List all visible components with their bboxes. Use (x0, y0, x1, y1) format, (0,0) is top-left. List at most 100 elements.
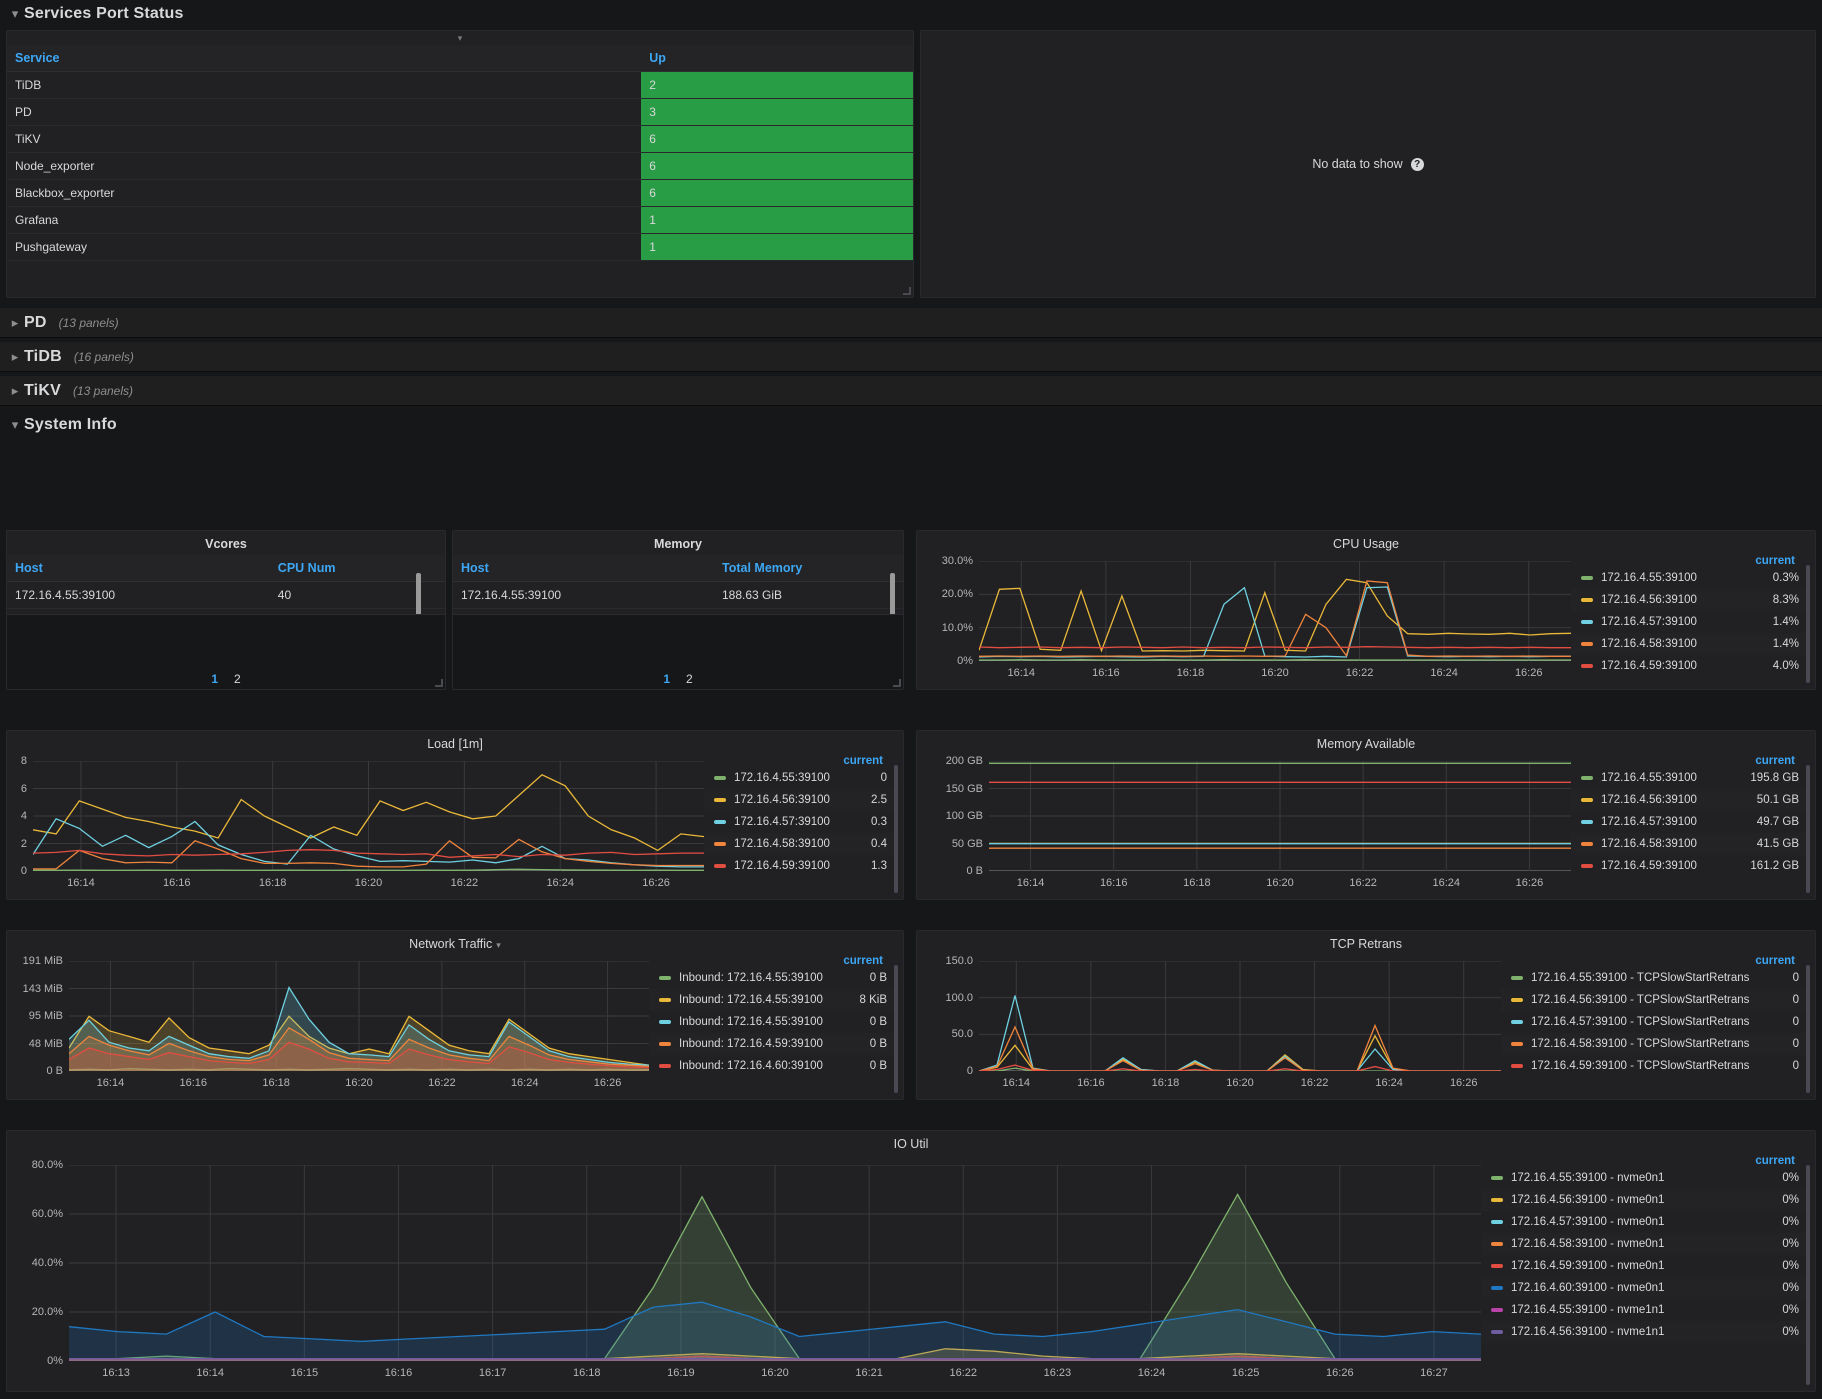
legend-item[interactable]: 172.16.4.57:391000.3 (704, 811, 899, 833)
legend-header-current[interactable]: current (1571, 755, 1811, 767)
legend-item[interactable]: 172.16.4.59:39100 - TCPSlowStartRetrans0 (1501, 1055, 1811, 1077)
cell-service: TiDB (7, 72, 641, 99)
legend-header-current[interactable]: current (1481, 1155, 1811, 1167)
x-axis-tick: 16:18 (262, 1077, 290, 1089)
legend-item[interactable]: 172.16.4.55:391000 (704, 767, 899, 789)
plot-area-cpu-usage[interactable]: 0%10.0%20.0%30.0%16:1416:1616:1816:2016:… (917, 551, 1571, 687)
row-title: TiDB (24, 348, 62, 366)
legend-series-name: 172.16.4.59:39100 (734, 860, 861, 872)
vcores-page-1[interactable]: 1 (211, 672, 218, 686)
legend-color-swatch-icon (1581, 642, 1593, 646)
legend-item[interactable]: Inbound: 172.16.4.55:391008 KiB (649, 989, 899, 1011)
legend-scrollbar[interactable] (894, 765, 898, 893)
legend-header-current[interactable]: current (649, 955, 899, 967)
legend-item[interactable]: 172.16.4.55:39100195.8 GB (1571, 767, 1811, 789)
legend-item[interactable]: 172.16.4.59:39100161.2 GB (1571, 855, 1811, 877)
chevron-down-icon: ▾ (6, 417, 24, 433)
row-header-services-port-status[interactable]: ▾ Services Port Status (0, 0, 1822, 28)
y-axis-tick: 143 MiB (7, 983, 63, 995)
legend-header-current[interactable]: current (704, 755, 899, 767)
legend-item[interactable]: Inbound: 172.16.4.55:391000 B (649, 967, 899, 989)
legend-series-name: 172.16.4.59:39100 (1601, 660, 1763, 672)
x-axis-tick: 16:14 (67, 877, 95, 889)
x-axis-tick: 16:14 (1017, 877, 1045, 889)
plot-area-tcp-retrans[interactable]: 050.0100.0150.016:1416:1616:1816:2016:22… (917, 951, 1501, 1097)
row-header-system-info[interactable]: ▾ System Info (0, 410, 1822, 440)
legend-item[interactable]: 172.16.4.55:39100 - TCPSlowStartRetrans0 (1501, 967, 1811, 989)
row-header-pd[interactable]: ▸ PD (13 panels) (0, 308, 1822, 338)
legend-item[interactable]: 172.16.4.57:391001.4% (1571, 611, 1811, 633)
memory-page-2[interactable]: 2 (686, 672, 693, 686)
legend-item[interactable]: 172.16.4.55:39100 - nvme0n10% (1481, 1167, 1811, 1189)
table-sort-caret-icon[interactable]: ▾ (7, 31, 913, 45)
plot-area-memory-available[interactable]: 0 B50 GB100 GB150 GB200 GB16:1416:1616:1… (917, 751, 1571, 897)
legend-item[interactable]: 172.16.4.55:391000.3% (1571, 567, 1811, 589)
legend-item[interactable]: 172.16.4.56:3910050.1 GB (1571, 789, 1811, 811)
x-axis-tick: 16:13 (102, 1367, 130, 1379)
column-header-up[interactable]: Up (641, 45, 913, 72)
legend-item[interactable]: 172.16.4.55:39100 - nvme1n10% (1481, 1299, 1811, 1321)
legend-scrollbar[interactable] (1806, 765, 1810, 893)
legend-item[interactable]: 172.16.4.59:391004.0% (1571, 655, 1811, 677)
plot-area-network-traffic[interactable]: 0 B48 MiB95 MiB143 MiB191 MiB16:1416:161… (7, 951, 649, 1097)
legend-item[interactable]: Inbound: 172.16.4.55:391000 B (649, 1011, 899, 1033)
panel-no-data: No data to show ? (920, 30, 1816, 298)
x-axis-tick: 16:24 (1433, 877, 1461, 889)
row-header-tikv[interactable]: ▸ TiKV (13 panels) (0, 376, 1822, 406)
table-scrollbar[interactable] (416, 573, 421, 615)
question-mark-icon[interactable]: ? (1411, 158, 1424, 171)
legend-scrollbar[interactable] (1806, 565, 1810, 683)
row-header-tidb[interactable]: ▸ TiDB (16 panels) (0, 342, 1822, 372)
table-scrollbar[interactable] (890, 573, 895, 615)
cell-up: 6 (641, 180, 913, 207)
legend-item[interactable]: 172.16.4.59:39100 - nvme0n10% (1481, 1255, 1811, 1277)
column-header-host[interactable]: Host (7, 555, 270, 582)
memory-page-1[interactable]: 1 (663, 672, 670, 686)
cell-host: 172.16.4.56:39100 (453, 609, 714, 616)
chevron-down-icon[interactable]: ▾ (496, 940, 501, 950)
column-header-total-memory[interactable]: Total Memory (714, 555, 903, 582)
column-header-service[interactable]: Service (7, 45, 641, 72)
column-header-host[interactable]: Host (453, 555, 714, 582)
legend-scrollbar[interactable] (894, 965, 898, 1093)
panel-title-cpu-usage: CPU Usage (917, 531, 1815, 551)
vcores-page-2[interactable]: 2 (234, 672, 241, 686)
panel-vcores: Vcores Host CPU Num 172.16.4.55:39100401… (6, 530, 446, 615)
panel-title-memory: Memory (453, 531, 903, 551)
legend-item[interactable]: 172.16.4.56:391002.5 (704, 789, 899, 811)
legend-item[interactable]: 172.16.4.58:391001.4% (1571, 633, 1811, 655)
legend-item[interactable]: 172.16.4.57:3910049.7 GB (1571, 811, 1811, 833)
x-axis-tick: 16:18 (1183, 877, 1211, 889)
legend-item[interactable]: 172.16.4.58:391000.4 (704, 833, 899, 855)
plot-svg-io-util (69, 1165, 1481, 1361)
legend-item[interactable]: 172.16.4.58:39100 - TCPSlowStartRetrans0 (1501, 1033, 1811, 1055)
legend-color-swatch-icon (1491, 1198, 1503, 1202)
legend-item[interactable]: 172.16.4.56:39100 - nvme0n10% (1481, 1189, 1811, 1211)
legend-series-name: 172.16.4.59:39100 - TCPSlowStartRetrans (1531, 1060, 1783, 1072)
legend-header-current[interactable]: current (1571, 555, 1811, 567)
legend-item[interactable]: 172.16.4.59:391001.3 (704, 855, 899, 877)
legend-item[interactable]: Inbound: 172.16.4.59:391000 B (649, 1033, 899, 1055)
legend-color-swatch-icon (1581, 820, 1593, 824)
legend-item[interactable]: 172.16.4.58:39100 - nvme0n10% (1481, 1233, 1811, 1255)
legend-color-swatch-icon (1581, 576, 1593, 580)
legend-item[interactable]: 172.16.4.60:39100 - nvme0n10% (1481, 1277, 1811, 1299)
legend-item[interactable]: 172.16.4.56:39100 - TCPSlowStartRetrans0 (1501, 989, 1811, 1011)
legend-item[interactable]: 172.16.4.57:39100 - TCPSlowStartRetrans0 (1501, 1011, 1811, 1033)
panel-resize-handle[interactable] (903, 287, 911, 295)
legend-item[interactable]: 172.16.4.57:39100 - nvme0n10% (1481, 1211, 1811, 1233)
legend-series-current-value: 4.0% (1763, 660, 1807, 672)
legend-item[interactable]: 172.16.4.58:3910041.5 GB (1571, 833, 1811, 855)
legend-item[interactable]: Inbound: 172.16.4.60:391000 B (649, 1055, 899, 1077)
x-axis-tick: 16:16 (1092, 667, 1120, 679)
cell-up: 3 (641, 99, 913, 126)
legend-item[interactable]: 172.16.4.56:391008.3% (1571, 589, 1811, 611)
legend-scrollbar[interactable] (1806, 965, 1810, 1093)
plot-area-io-util[interactable]: 0%20.0%40.0%60.0%80.0%16:1316:1416:1516:… (7, 1151, 1481, 1389)
legend-color-swatch-icon (1491, 1308, 1503, 1312)
legend-color-swatch-icon (1491, 1176, 1503, 1180)
plot-area-load-1m[interactable]: 0246816:1416:1616:1816:2016:2216:2416:26 (7, 751, 704, 897)
legend-header-current[interactable]: current (1501, 955, 1811, 967)
legend-scrollbar[interactable] (1806, 1165, 1810, 1385)
legend-item[interactable]: 172.16.4.56:39100 - nvme1n10% (1481, 1321, 1811, 1343)
